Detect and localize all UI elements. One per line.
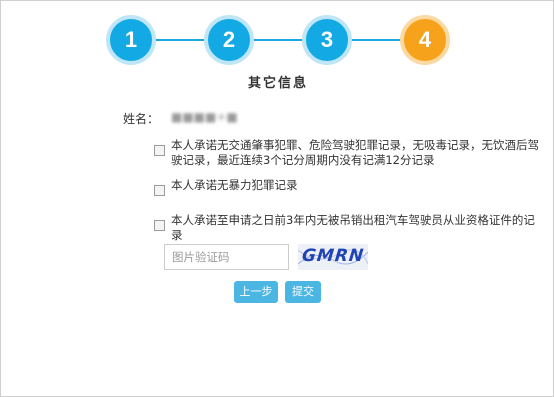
- declaration-label: 本人承诺至申请之日前3年内无被吊销出租汽车驾驶员从业资格证件的记录: [171, 213, 535, 242]
- name-value-redacted: ■■■■+■: [171, 110, 238, 124]
- declaration-label: 本人承诺无交通肇事犯罪、危险驾驶犯罪记录，无吸毒记录，无饮酒后驾驶记录，最近连续…: [171, 138, 539, 167]
- declaration-row-license: 本人承诺至申请之日前3年内无被吊销出租汽车驾驶员从业资格证件的记录: [154, 213, 540, 243]
- captcha-text: GMRN: [300, 246, 366, 266]
- captcha-input[interactable]: [164, 244, 289, 270]
- progress-stepper: 1 2 3 4: [1, 1, 554, 81]
- declaration-checkbox[interactable]: [154, 185, 165, 196]
- prev-step-button[interactable]: 上一步: [234, 281, 278, 303]
- step-connector: [253, 39, 309, 41]
- declaration-row-violence: 本人承诺无暴力犯罪记录: [154, 178, 540, 196]
- declaration-label: 本人承诺无暴力犯罪记录: [171, 178, 298, 192]
- step-1: 1: [106, 15, 156, 65]
- step-3: 3: [302, 15, 352, 65]
- step-2: 2: [204, 15, 254, 65]
- declaration-row-traffic: 本人承诺无交通肇事犯罪、危险驾驶犯罪记录，无吸毒记录，无饮酒后驾驶记录，最近连续…: [154, 138, 540, 168]
- step-number: 1: [124, 27, 138, 52]
- section-title: 其它信息: [247, 76, 308, 91]
- name-label: 姓名：: [123, 112, 160, 126]
- step-connector: [351, 39, 407, 41]
- step-number: 4: [418, 27, 432, 52]
- form-panel: 1 2 3 4 其它信息 姓名： ■■■■+■ 本人承诺无交通肇事犯罪、危险驾驶…: [0, 0, 554, 397]
- captcha-image[interactable]: GMRN: [298, 244, 368, 270]
- declaration-checkbox[interactable]: [154, 145, 165, 156]
- step-number: 3: [320, 27, 334, 52]
- declaration-checkbox[interactable]: [154, 220, 165, 231]
- step-4-current: 4: [400, 15, 450, 65]
- submit-button[interactable]: 提交: [285, 281, 321, 303]
- step-number: 2: [222, 27, 236, 52]
- step-connector: [155, 39, 211, 41]
